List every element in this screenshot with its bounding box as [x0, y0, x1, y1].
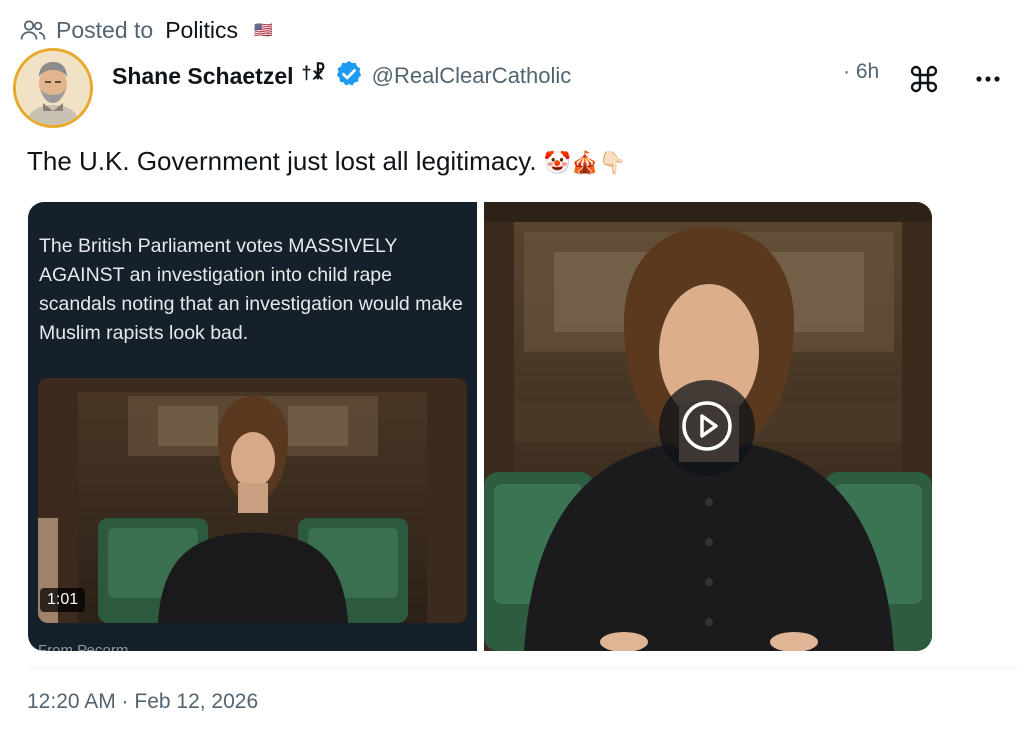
media-grid: The British Parliament votes MASSIVELY A… — [28, 202, 932, 651]
community-icon — [20, 19, 46, 41]
media-video[interactable] — [484, 202, 932, 651]
post-relative-time[interactable]: · 6h — [843, 60, 879, 84]
more-icon[interactable] — [976, 70, 1000, 88]
video-duration: 1:01 — [40, 588, 86, 612]
posted-to-row: Posted to Politics 🇺🇸 — [20, 14, 273, 46]
us-flag-emoji: 🇺🇸 — [254, 22, 273, 39]
embedded-video-thumbnail — [38, 378, 467, 623]
author-row: Shane Schaetzel †☧ @RealClearCatholic — [112, 58, 571, 94]
divider — [28, 667, 1018, 668]
author-name-suffix: †☧ — [301, 62, 326, 83]
author-name[interactable]: Shane Schaetzel — [112, 63, 294, 90]
posted-to-label: Posted to — [56, 16, 154, 43]
post-emojis: 🤡🎪👇🏻 — [543, 150, 627, 175]
post-timestamp[interactable]: 12:20 AM · Feb 12, 2026 — [27, 690, 258, 714]
avatar[interactable] — [13, 48, 93, 128]
post-text-body: The U.K. Government just lost all legiti… — [27, 146, 537, 176]
from-source-label: From Ресоrm — [38, 642, 129, 651]
community-link[interactable]: Politics — [165, 17, 238, 44]
author-handle[interactable]: @RealClearCatholic — [372, 63, 572, 89]
play-icon — [680, 399, 734, 458]
verified-badge-icon — [334, 59, 364, 94]
post-text: The U.K. Government just lost all legiti… — [27, 146, 626, 177]
media-image-screenshot[interactable]: The British Parliament votes MASSIVELY A… — [28, 202, 477, 651]
grok-icon[interactable] — [909, 64, 939, 99]
play-button[interactable] — [659, 380, 755, 476]
screenshot-text: The British Parliament votes MASSIVELY A… — [39, 235, 463, 344]
